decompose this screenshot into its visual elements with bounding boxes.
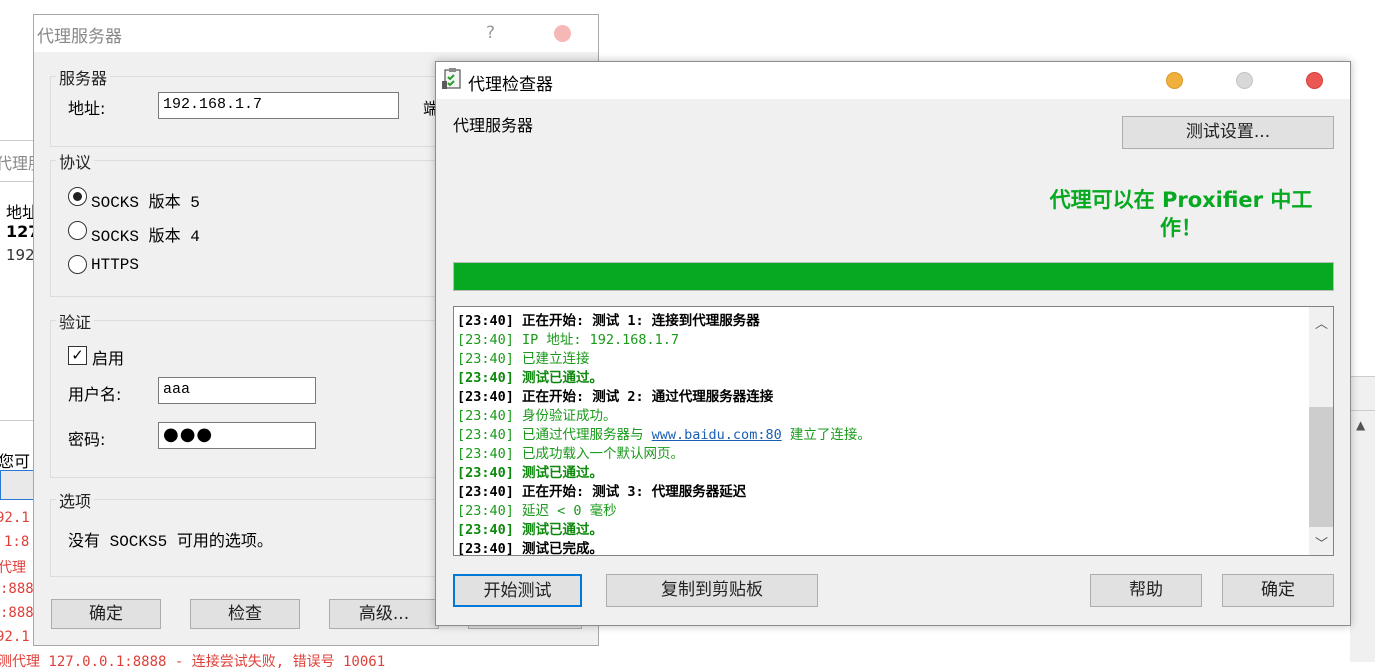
- close-icon[interactable]: [554, 25, 571, 42]
- advanced-button[interactable]: 高级...: [329, 599, 439, 629]
- background-log-line: :888: [0, 605, 34, 621]
- copy-to-clipboard-button[interactable]: 复制到剪贴板: [606, 574, 818, 607]
- log-line-text: [23:40] 已通过代理服务器与: [457, 427, 652, 443]
- checker-section-label: 代理服务器: [453, 116, 534, 135]
- scroll-down-icon[interactable]: ﹀: [1315, 533, 1328, 552]
- log-line: [23:40] 正在开始: 测试 2: 通过代理服务器连接: [457, 385, 773, 405]
- background-log-line: :888: [0, 581, 34, 597]
- test-log[interactable]: [23:40] 正在开始: 测试 1: 连接到代理服务器 [23:40] IP 地…: [453, 306, 1334, 556]
- log-line-text: [23:40] 正在开始: 测试 3: 代理服务器延迟: [457, 484, 747, 500]
- status-message: 代理可以在 Proxifier 中工 作！: [1026, 186, 1336, 242]
- password-input[interactable]: ●●●: [158, 422, 316, 449]
- checker-title: 代理检查器: [468, 75, 553, 95]
- log-line: [23:40] 测试已完成。: [457, 537, 604, 556]
- log-line: [23:40] 正在开始: 测试 3: 代理服务器延迟: [457, 480, 746, 500]
- check-button[interactable]: 检查: [190, 599, 300, 629]
- username-input[interactable]: aaa: [158, 377, 316, 404]
- address-input[interactable]: 192.168.1.7: [158, 92, 399, 119]
- log-line-text: [23:40] 测试已通过。: [457, 465, 604, 481]
- help-icon[interactable]: ?: [486, 23, 495, 43]
- proxy-checker-window: 代理检查器 代理服务器 测试设置... 代理可以在 Proxifier 中工 作…: [435, 61, 1351, 626]
- log-line: [23:40] 测试已通过。: [457, 461, 603, 481]
- status-line-1: 代理可以在 Proxifier 中工: [1049, 188, 1313, 212]
- radio-socks5-label[interactable]: SOCKS 版本 5: [91, 188, 200, 212]
- log-line: [23:40] 正在开始: 测试 1: 连接到代理服务器: [457, 309, 760, 329]
- background-log-line: 1:8: [4, 534, 30, 550]
- proxy-dialog-title: 代理服务器: [37, 27, 122, 47]
- username-label: 用户名:: [68, 385, 122, 404]
- radio-https[interactable]: [68, 255, 87, 274]
- scroll-thumb[interactable]: [1309, 407, 1333, 527]
- background-row-2[interactable]: 192: [6, 246, 35, 264]
- log-line: [23:40] 延迟 < 0 毫秒: [457, 499, 617, 519]
- log-line-text: [23:40] 测试已通过。: [457, 370, 604, 386]
- log-line-text: [23:40] 测试已通过。: [457, 522, 604, 538]
- log-line-text: [23:40] 身份验证成功。: [457, 408, 617, 424]
- log-line-text: [23:40] 已建立连接: [457, 351, 590, 367]
- chevron-up-icon[interactable]: ▲: [1356, 418, 1365, 432]
- radio-socks5[interactable]: [68, 187, 87, 206]
- ok-button[interactable]: 确定: [51, 599, 161, 629]
- radio-socks4-label[interactable]: SOCKS 版本 4: [91, 222, 200, 246]
- log-scrollbar[interactable]: ︿ ﹀: [1309, 307, 1333, 555]
- enable-auth-checkbox[interactable]: ✓: [68, 346, 87, 365]
- progress-bar: [453, 262, 1334, 291]
- log-line-text: [23:40] 正在开始: 测试 2: 通过代理服务器连接: [457, 389, 774, 405]
- maximize-icon[interactable]: [1236, 72, 1253, 89]
- progress-fill: [454, 263, 1333, 290]
- address-label: 地址:: [68, 99, 106, 118]
- log-line-text: [23:40] 正在开始: 测试 1: 连接到代理服务器: [457, 313, 760, 329]
- auth-group-label: 验证: [56, 309, 95, 333]
- log-line: [23:40] 已通过代理服务器与 www.baidu.com:80 建立了连接…: [457, 423, 871, 443]
- help-button[interactable]: 帮助: [1090, 574, 1202, 607]
- log-link[interactable]: www.baidu.com:80: [652, 427, 782, 443]
- background-log-line: 代理: [0, 560, 26, 576]
- close-icon[interactable]: [1306, 72, 1323, 89]
- log-line: [23:40] 测试已通过。: [457, 518, 603, 538]
- log-line: [23:40] 测试已通过。: [457, 366, 603, 386]
- status-line-2: 作！: [1160, 216, 1202, 240]
- ok-button[interactable]: 确定: [1222, 574, 1334, 607]
- password-label: 密码:: [68, 430, 106, 449]
- log-line-text: [23:40] IP 地址: 192.168.1.7: [457, 332, 680, 348]
- log-line: [23:40] IP 地址: 192.168.1.7: [457, 328, 679, 348]
- background-hint-text: 您可: [0, 452, 31, 471]
- server-group-label: 服务器: [56, 65, 111, 89]
- minimize-icon[interactable]: [1166, 72, 1183, 89]
- protocol-group-label: 协议: [56, 149, 95, 173]
- log-line-text: [23:40] 已成功载入一个默认网页。: [457, 446, 685, 462]
- background-button[interactable]: [0, 470, 36, 500]
- log-line-text: 建立了连接。: [781, 427, 871, 443]
- log-line: [23:40] 身份验证成功。: [457, 404, 617, 424]
- log-line-text: [23:40] 测试已完成。: [457, 541, 604, 556]
- test-settings-button[interactable]: 测试设置...: [1122, 116, 1334, 149]
- options-text: 没有 SOCKS5 可用的选项。: [68, 533, 273, 551]
- background-log-line: 测代理 127.0.0.1:8888 - 连接尝试失败, 错误号 10061: [0, 654, 386, 670]
- log-line-text: [23:40] 延迟 < 0 毫秒: [457, 503, 617, 519]
- options-group-label: 选项: [56, 488, 95, 512]
- checker-titlebar[interactable]: 代理检查器: [436, 62, 1350, 99]
- log-line: [23:40] 已成功载入一个默认网页。: [457, 442, 684, 462]
- proxy-dialog-titlebar[interactable]: 代理服务器: [34, 15, 598, 52]
- log-line: [23:40] 已建立连接: [457, 347, 590, 367]
- enable-auth-label[interactable]: 启用: [92, 345, 124, 369]
- background-log-line: 92.1: [0, 629, 30, 645]
- checklist-icon: [442, 68, 461, 89]
- scroll-up-icon[interactable]: ︿: [1315, 313, 1328, 332]
- radio-socks4[interactable]: [68, 221, 87, 240]
- radio-https-label[interactable]: HTTPS: [91, 256, 139, 274]
- start-test-button[interactable]: 开始测试: [453, 574, 582, 607]
- background-log-line: 92.1: [0, 510, 30, 526]
